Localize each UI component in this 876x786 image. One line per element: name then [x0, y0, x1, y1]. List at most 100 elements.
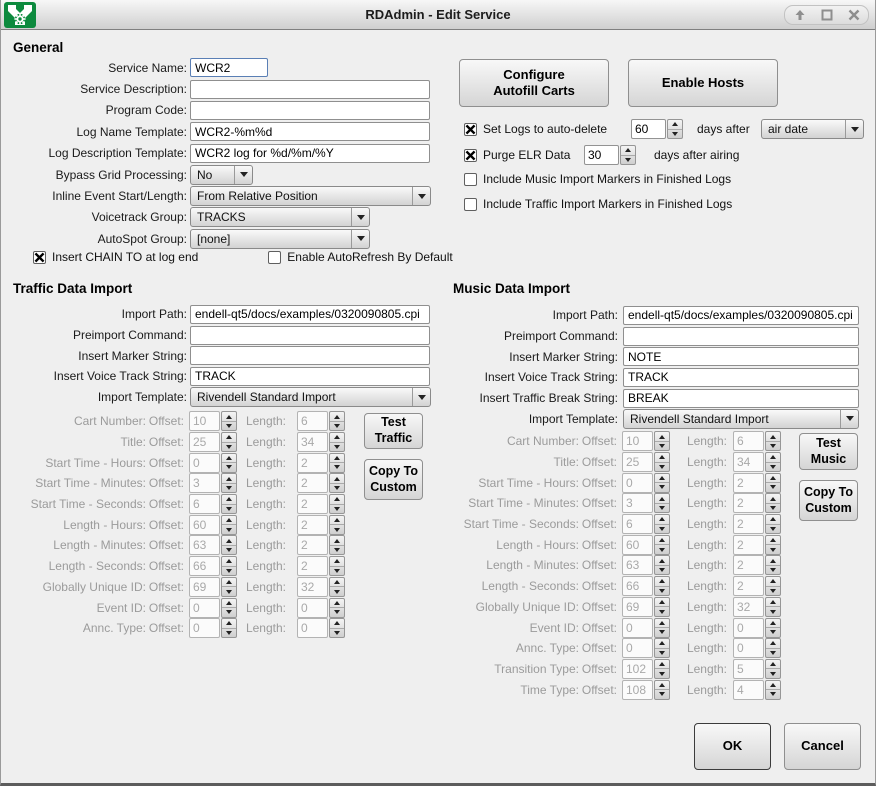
music-preimport-command-input[interactable] [623, 327, 859, 346]
spinner-buttons [654, 680, 670, 700]
parser-row: Length - Minutes:Offset:63Length:2 [11, 535, 371, 556]
length-spinner: 5 [733, 659, 781, 679]
spin-down-icon [766, 483, 780, 492]
traffic-voice-track-string-input[interactable] [190, 367, 430, 386]
parser-row: Time Type:Offset:108Length:4 [453, 679, 793, 700]
test-music-button[interactable]: Test Music [799, 433, 858, 470]
spin-down-icon [330, 629, 344, 638]
parser-row-label: Annc. Type: [453, 641, 579, 655]
length-label: Length: [237, 414, 286, 428]
offset-label: Offset: [579, 476, 617, 490]
parser-row: Title:Offset:25Length:34 [453, 452, 793, 473]
general-form: Service Name: Service Description: Progr… [11, 57, 447, 250]
music-markers-checkbox[interactable] [464, 173, 477, 186]
close-button[interactable] [847, 9, 860, 22]
bypass-grid-select[interactable]: No [190, 165, 253, 185]
offset-spinner: 0 [622, 638, 670, 658]
music-marker-string-input[interactable] [623, 347, 859, 366]
spin-up-icon [222, 516, 236, 526]
traffic-copy-to-custom-button[interactable]: Copy To Custom [364, 459, 423, 500]
spin-down-icon[interactable] [621, 156, 635, 165]
purge-elr-days-spinner[interactable] [584, 145, 636, 165]
spin-up-icon [766, 536, 780, 546]
spin-up-icon [766, 432, 780, 442]
spin-up-icon [330, 619, 344, 629]
form-row: Log Name Template: [11, 121, 447, 142]
length-spinner: 2 [733, 555, 781, 575]
traffic-parser-grid: Cart Number:Offset:10Length:6Title:Offse… [11, 411, 371, 639]
length-spinner: 0 [297, 618, 345, 638]
spin-down-icon[interactable] [668, 130, 682, 139]
music-import-path-input[interactable] [623, 306, 859, 325]
traffic-heading: Traffic Data Import [13, 281, 132, 296]
offset-spinner: 63 [622, 555, 670, 575]
cancel-button[interactable]: Cancel [784, 723, 861, 770]
spinner-buttons [329, 411, 345, 431]
autorefresh-checkbox[interactable] [268, 251, 281, 264]
spin-up-icon[interactable] [621, 146, 635, 156]
shade-button[interactable] [793, 9, 806, 22]
spin-down-icon [330, 546, 344, 555]
spinner-buttons [765, 576, 781, 596]
program-code-input[interactable] [190, 101, 430, 120]
music-import-template-select[interactable]: Rivendell Standard Import [623, 409, 859, 429]
spinner-buttons [221, 411, 237, 431]
inline-event-select[interactable]: From Relative Position [190, 186, 431, 206]
insert-chain-checkbox[interactable] [33, 251, 46, 264]
spin-up-icon [222, 454, 236, 464]
auto-delete-unit-select[interactable]: air date [761, 119, 864, 139]
log-description-template-input[interactable] [190, 144, 430, 163]
form-row: Insert Voice Track String: [11, 366, 447, 387]
spin-up-icon [766, 598, 780, 608]
spin-up-icon[interactable] [668, 120, 682, 130]
length-spinner: 2 [733, 535, 781, 555]
form-row: Import Template: Rivendell Standard Impo… [453, 408, 873, 429]
traffic-preimport-command-input[interactable] [190, 326, 430, 345]
length-label: Length: [670, 662, 727, 676]
enable-hosts-button[interactable]: Enable Hosts [628, 59, 778, 107]
music-copy-to-custom-button[interactable]: Copy To Custom [799, 480, 858, 521]
test-traffic-button[interactable]: Test Traffic [364, 413, 423, 449]
field-label: Log Description Template: [11, 146, 187, 160]
spinner-buttons[interactable] [620, 145, 636, 165]
traffic-import-template-select[interactable]: Rivendell Standard Import [190, 387, 431, 407]
length-label: Length: [670, 558, 727, 572]
checkbox-label: Include Traffic Import Markers in Finish… [483, 197, 732, 211]
parser-row-label: Annc. Type: [11, 621, 146, 635]
purge-elr-checkbox[interactable] [464, 149, 477, 162]
offset-label: Offset: [579, 558, 617, 572]
maximize-button[interactable] [820, 9, 833, 22]
music-traffic-break-string-input[interactable] [623, 389, 859, 408]
music-voice-track-string-input[interactable] [623, 368, 859, 387]
length-spinner: 2 [297, 515, 345, 535]
field-label: Insert Marker String: [11, 349, 187, 363]
traffic-markers-checkbox[interactable] [464, 198, 477, 211]
traffic-import-path-input[interactable] [190, 305, 430, 324]
ok-button[interactable]: OK [694, 723, 771, 770]
parser-row-label: Length - Minutes: [453, 558, 579, 572]
log-name-template-input[interactable] [190, 122, 430, 141]
length-label: Length: [237, 580, 286, 594]
traffic-marker-string-input[interactable] [190, 346, 430, 365]
voicetrack-group-select[interactable]: TRACKS [190, 207, 370, 227]
spin-up-icon [222, 619, 236, 629]
parser-row: Title:Offset:25Length:34 [11, 432, 371, 453]
form-row: Bypass Grid Processing: No [11, 164, 447, 185]
service-name-input[interactable] [190, 58, 268, 77]
spin-up-icon [330, 495, 344, 505]
service-description-input[interactable] [190, 80, 430, 99]
parser-row: Event ID:Offset:0Length:0 [453, 617, 793, 638]
auto-delete-days-spinner[interactable] [631, 119, 683, 139]
spin-down-icon [330, 443, 344, 452]
length-spinner: 32 [297, 577, 345, 597]
days-after-label: days after [697, 122, 750, 136]
spinner-buttons[interactable] [667, 119, 683, 139]
spin-up-icon [330, 578, 344, 588]
spinner-buttons [221, 432, 237, 452]
window-title: RDAdmin - Edit Service [1, 7, 875, 22]
configure-autofill-carts-button[interactable]: Configure Autofill Carts [459, 59, 609, 107]
autospot-group-select[interactable]: [none] [190, 229, 370, 249]
auto-delete-checkbox[interactable] [464, 123, 477, 136]
spin-up-icon [222, 557, 236, 567]
spin-down-icon [655, 504, 669, 513]
